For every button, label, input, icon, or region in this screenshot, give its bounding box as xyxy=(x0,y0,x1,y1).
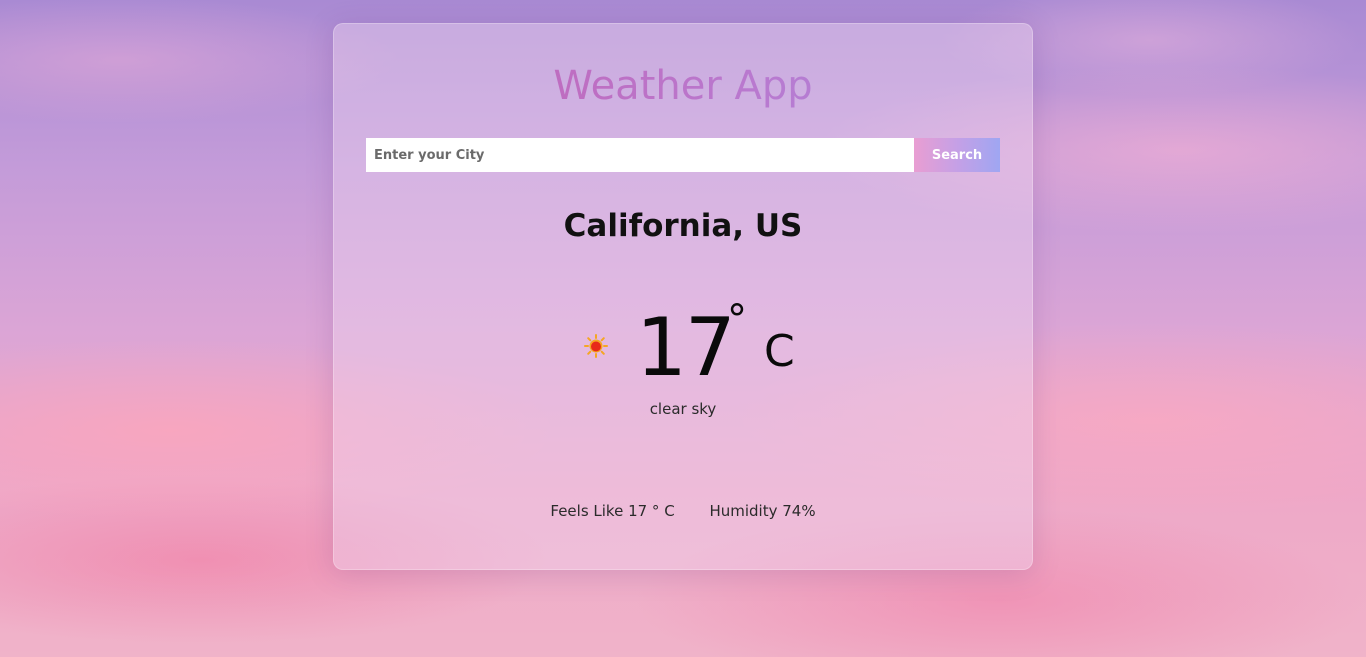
app-title: Weather App xyxy=(334,62,1032,110)
city-search-input[interactable] xyxy=(366,138,914,172)
degree-symbol: ° xyxy=(727,297,747,343)
search-bar: Search xyxy=(366,138,1000,172)
humidity-text: Humidity 74% xyxy=(709,502,816,520)
temperature-display: 17 ° C xyxy=(584,297,824,394)
feels-like-text: Feels Like 17 ° C xyxy=(550,502,675,520)
location-name: California, US xyxy=(563,208,803,244)
temperature-unit: C xyxy=(764,326,795,377)
temperature-value: 17 xyxy=(636,301,736,394)
weather-details: Feels Like 17 ° C Humidity 74% xyxy=(334,500,1032,522)
weather-card: Weather App Search California, US xyxy=(333,23,1033,570)
weather-condition: clear sky xyxy=(649,400,717,418)
search-button[interactable]: Search xyxy=(914,138,1000,172)
sun-icon xyxy=(584,334,608,358)
